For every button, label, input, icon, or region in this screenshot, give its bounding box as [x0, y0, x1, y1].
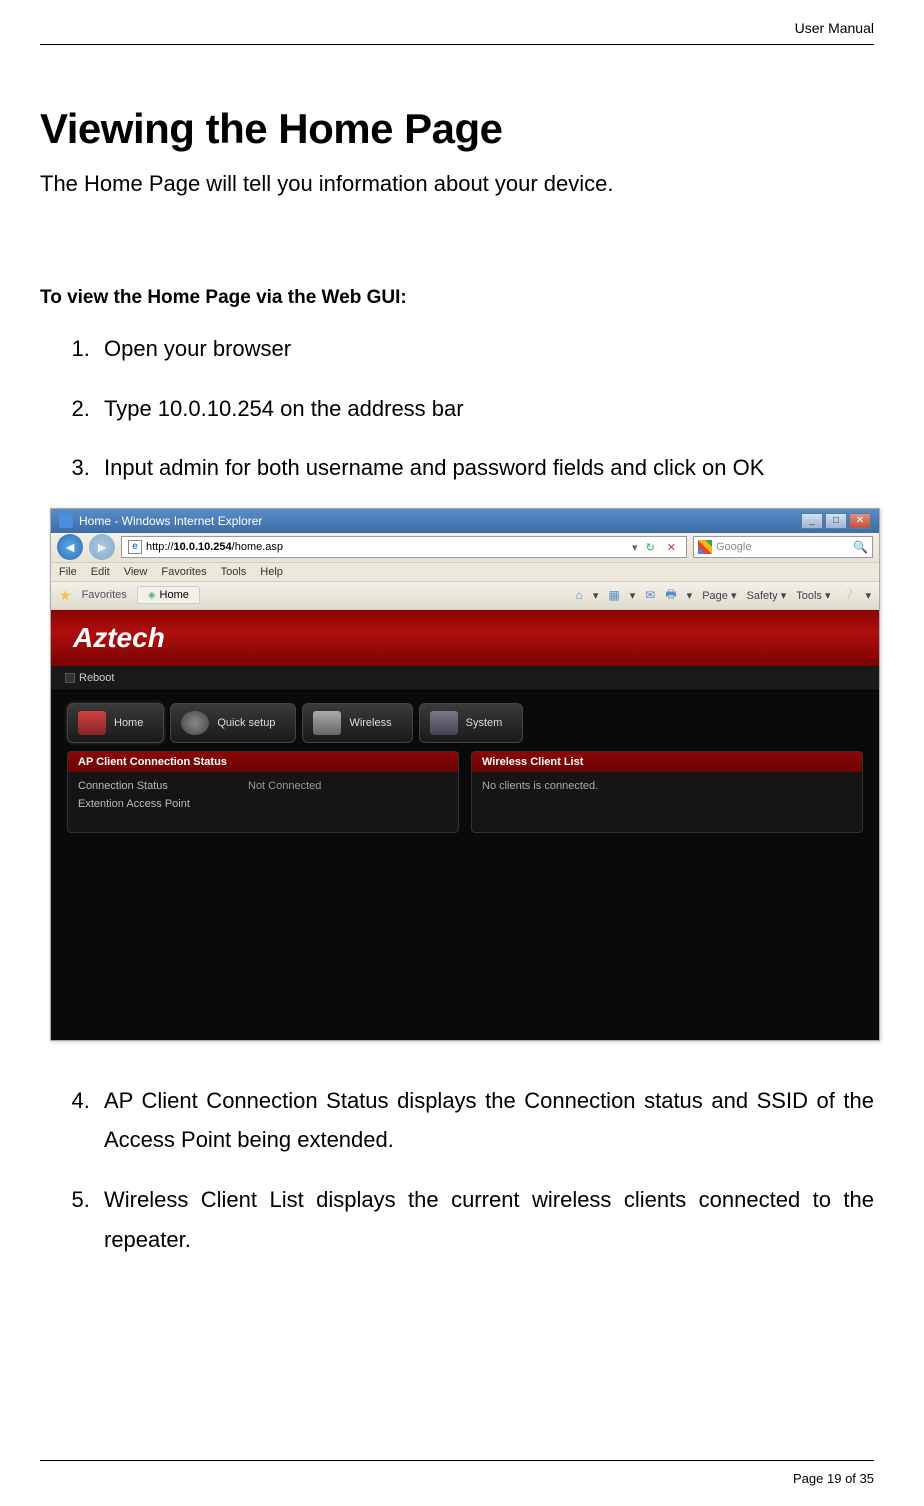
menu-tools[interactable]: Tools	[221, 566, 247, 578]
tab-label: Home	[160, 589, 189, 601]
step-1: Open your browser	[96, 329, 874, 369]
step-list-cont: AP Client Connection Status displays the…	[40, 1081, 874, 1259]
reboot-row: Reboot	[51, 666, 879, 691]
google-icon	[698, 540, 712, 554]
wireless-tab-icon	[313, 711, 341, 735]
page-icon: e	[128, 540, 142, 554]
menu-help[interactable]: Help	[260, 566, 283, 578]
mail-icon[interactable]: ✉	[645, 588, 655, 602]
back-button[interactable]: ◄	[57, 534, 83, 560]
app-nav-tabs: Home Quick setup Wireless System	[51, 691, 879, 751]
panel-ap-header: AP Client Connection Status	[68, 752, 458, 772]
header-label: User Manual	[40, 20, 874, 45]
menu-favorites[interactable]: Favorites	[161, 566, 206, 578]
step-4: AP Client Connection Status displays the…	[96, 1081, 874, 1160]
step-list: Open your browser Type 10.0.10.254 on th…	[40, 329, 874, 488]
reboot-label[interactable]: Reboot	[79, 672, 114, 684]
minimize-button[interactable]: _	[801, 513, 823, 529]
step-5: Wireless Client List displays the curren…	[96, 1180, 874, 1259]
feed-icon[interactable]: ▦	[608, 588, 619, 602]
command-bar: ⌂▾ ▦▾ ✉ 🖶▾ Page ▾ Safety ▾ Tools ▾ ❔▾	[576, 585, 871, 606]
stop-icon[interactable]: ✕	[663, 541, 680, 554]
tools-menu[interactable]: Tools ▾	[796, 589, 830, 602]
tab-quick-setup[interactable]: Quick setup	[170, 703, 296, 743]
step-3: Input admin for both username and passwo…	[96, 448, 874, 488]
tab-wireless-label: Wireless	[349, 717, 391, 729]
menu-file[interactable]: File	[59, 566, 77, 578]
page-number: Page 19 of 35	[793, 1471, 874, 1486]
print-icon[interactable]: 🖶	[665, 585, 676, 606]
intro-text: The Home Page will tell you information …	[40, 171, 874, 197]
tab-system[interactable]: System	[419, 703, 524, 743]
extension-ap-label: Extention Access Point	[78, 798, 248, 810]
safety-menu[interactable]: Safety ▾	[746, 589, 786, 602]
panel-client-header: Wireless Client List	[472, 752, 862, 772]
tab-home-label: Home	[114, 717, 143, 729]
home-icon[interactable]: ⌂	[576, 588, 583, 602]
window-titlebar: Home - Windows Internet Explorer _ □ ✕	[51, 509, 879, 533]
favorites-bar: ★ Favorites ◈ Home ⌂▾ ▦▾ ✉ 🖶▾ Page ▾ Saf…	[51, 582, 879, 610]
page-title: Viewing the Home Page	[40, 105, 874, 153]
panel-ap-status: AP Client Connection Status Connection S…	[67, 751, 459, 833]
address-dropdown-icon[interactable]: ▾	[628, 541, 638, 554]
url-text: http://10.0.10.254/home.asp	[146, 541, 624, 553]
menu-edit[interactable]: Edit	[91, 566, 110, 578]
close-button[interactable]: ✕	[849, 513, 871, 529]
step-2: Type 10.0.10.254 on the address bar	[96, 389, 874, 429]
panel-client-body: No clients is connected.	[472, 772, 862, 808]
app-logo: Aztech	[73, 622, 165, 654]
search-placeholder: Google	[716, 541, 849, 553]
tab-wireless[interactable]: Wireless	[302, 703, 412, 743]
tab-home[interactable]: Home	[67, 703, 164, 743]
quicksetup-tab-icon	[181, 711, 209, 735]
address-bar[interactable]: e http://10.0.10.254/home.asp ▾ ↻ ✕	[121, 536, 687, 558]
page-menu[interactable]: Page ▾	[702, 589, 736, 602]
connection-status-value: Not Connected	[248, 780, 321, 792]
favorites-star-icon[interactable]: ★	[59, 587, 72, 604]
extension-ap-row: Extention Access Point	[78, 798, 448, 810]
forward-button[interactable]: ►	[89, 534, 115, 560]
tab-system-label: System	[466, 717, 503, 729]
menu-view[interactable]: View	[124, 566, 148, 578]
browser-screenshot: Home - Windows Internet Explorer _ □ ✕ ◄…	[50, 508, 880, 1041]
tab-page-icon: ◈	[148, 590, 156, 601]
panel-client-list: Wireless Client List No clients is conne…	[471, 751, 863, 833]
page-tab[interactable]: ◈ Home	[137, 586, 200, 604]
status-panels: AP Client Connection Status Connection S…	[51, 751, 879, 833]
connection-status-label: Connection Status	[78, 780, 248, 792]
menu-bar: File Edit View Favorites Tools Help	[51, 563, 879, 582]
favorites-label: Favorites	[82, 589, 127, 601]
refresh-icon[interactable]: ↻	[642, 541, 659, 554]
page-footer: Page 19 of 35	[40, 1460, 874, 1486]
window-controls: _ □ ✕	[801, 513, 871, 529]
sub-heading: To view the Home Page via the Web GUI:	[40, 287, 874, 309]
tab-quick-label: Quick setup	[217, 717, 275, 729]
search-icon[interactable]: 🔍	[853, 540, 868, 554]
ie-icon	[59, 514, 73, 528]
nav-toolbar: ◄ ► e http://10.0.10.254/home.asp ▾ ↻ ✕ …	[51, 533, 879, 563]
connection-status-row: Connection Status Not Connected	[78, 780, 448, 792]
page-content: Aztech Reboot Home Quick setup Wireless	[51, 610, 879, 1040]
maximize-button[interactable]: □	[825, 513, 847, 529]
reboot-icon[interactable]	[65, 673, 75, 683]
window-title-text: Home - Windows Internet Explorer	[79, 514, 262, 528]
app-banner: Aztech	[51, 610, 879, 666]
home-tab-icon	[78, 711, 106, 735]
help-icon[interactable]: ❔	[841, 588, 856, 602]
search-box[interactable]: Google 🔍	[693, 536, 873, 558]
system-tab-icon	[430, 711, 458, 735]
